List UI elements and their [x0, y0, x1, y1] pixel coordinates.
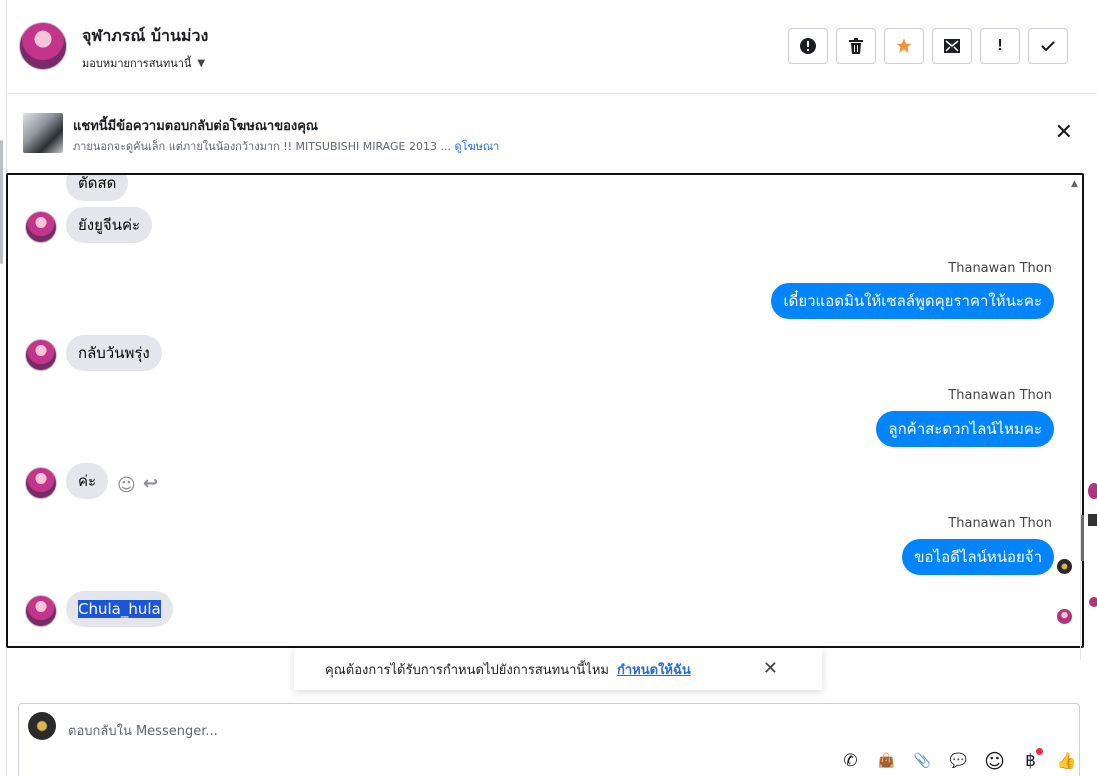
incoming-message[interactable]: ยังยูจีนค่ะ [66, 207, 153, 243]
follow-up-button[interactable]: ! [980, 28, 1020, 64]
incoming-message[interactable]: ตัดสด [66, 175, 129, 201]
emoji-icon[interactable]: ☺ [982, 748, 1007, 773]
sender-avatar[interactable] [25, 211, 57, 243]
delete-button[interactable] [836, 28, 876, 64]
exclamation-icon: ! [997, 37, 1003, 54]
assign-dropdown[interactable]: มอบหมายการสนทนานี้ ▼ [82, 54, 205, 72]
caret-down-icon: ▼ [197, 57, 206, 69]
baht-payment-icon[interactable]: ฿ [1018, 748, 1043, 773]
exclamation-circle-icon [800, 38, 816, 54]
selected-text: Chula_hula [78, 600, 161, 618]
conversation-header: จุฬาภรณ์ บ้านม่วง มอบหมายการสนทนานี้ ▼ ! [7, 0, 1097, 94]
avatar-fragment [1088, 483, 1097, 499]
message-composer: ตอบกลับใน Messenger... ✆ 👜 📎 💬 ☺ ฿ 👍 [18, 703, 1080, 776]
attachment-icon[interactable]: 📎 [910, 748, 935, 773]
message-thread[interactable]: ตัดสด ยังยูจีนค่ะ Thanawan Thon เดี๋ยวแอ… [6, 173, 1084, 648]
sender-name: Thanawan Thon [948, 388, 1052, 403]
composer-toolbar: ✆ 👜 📎 💬 ☺ ฿ 👍 [838, 748, 1079, 773]
baht-glyph: ฿ [1025, 750, 1036, 771]
left-scrollbar[interactable] [0, 140, 3, 264]
envelope-icon [944, 39, 960, 53]
shopping-bag-icon[interactable]: 👜 [874, 748, 899, 773]
outgoing-message[interactable]: ขอไอดีไลน์หน่อยจ้า [902, 539, 1054, 575]
reply-arrow-icon[interactable]: ↩ [143, 473, 158, 494]
close-icon[interactable]: ✕ [763, 658, 778, 679]
trash-icon [849, 38, 863, 54]
sender-name: Thanawan Thon [948, 516, 1052, 531]
reply-input[interactable]: ตอบกลับใน Messenger... [68, 720, 218, 741]
conversation-toolbar: ! [788, 28, 1068, 64]
ad-banner-title: แชทนี้มีข้อความตอบกลับต่อโฆษณาของคุณ [73, 119, 318, 134]
star-icon [896, 38, 912, 53]
sender-name: Thanawan Thon [948, 261, 1052, 276]
camera-icon [1088, 514, 1097, 526]
ad-thumbnail[interactable] [23, 113, 63, 153]
contact-avatar[interactable] [19, 22, 67, 70]
scroll-up-arrow-icon[interactable]: ▲ [1071, 179, 1078, 189]
check-icon [1041, 41, 1055, 52]
call-add-icon[interactable]: ✆ [838, 748, 863, 773]
ad-description: ภายนอกจะดูคันเล็ก แต่ภายในน้องกว้างมาก !… [73, 140, 451, 153]
close-icon[interactable]: ✕ [1055, 122, 1073, 144]
page-avatar [28, 712, 56, 740]
outgoing-message[interactable]: เดี๋ยวแอดมินให้เซลล์พูดคุยราคาให้นะคะ [771, 283, 1054, 319]
sender-avatar[interactable] [25, 595, 57, 627]
incoming-message[interactable]: Chula_hula [66, 591, 173, 627]
avatar-fragment [1089, 597, 1097, 607]
star-button[interactable] [884, 28, 924, 64]
ad-reply-banner: แชทนี้มีข้อความตอบกลับต่อโฆษณาของคุณ ภาย… [7, 94, 1097, 172]
contact-name[interactable]: จุฬาภรณ์ บ้านม่วง [82, 24, 208, 49]
assign-suggestion-text: คุณต้องการได้รับการกำหนดไปยังการสนทนานี้… [325, 662, 609, 678]
incoming-message[interactable]: ค่ะ [66, 463, 109, 499]
incoming-message[interactable]: กลับวันพรุ่ง [66, 335, 162, 371]
spam-button[interactable] [788, 28, 828, 64]
ad-banner-subtitle: ภายนอกจะดูคันเล็ก แต่ภายในน้องกว้างมาก !… [73, 137, 499, 155]
right-panel-edge [1080, 480, 1097, 660]
assign-to-me-link[interactable]: กำหนดให้ฉัน [617, 659, 691, 680]
right-scrollbar[interactable] [1081, 515, 1084, 561]
sender-avatar[interactable] [25, 339, 57, 371]
outgoing-message[interactable]: ลูกค้าสะดวกไลน์ไหมคะ [876, 411, 1054, 447]
mark-unread-button[interactable] [932, 28, 972, 64]
sender-avatar[interactable] [25, 467, 57, 499]
notification-dot [1036, 748, 1043, 755]
view-ad-link[interactable]: ดูโฆษณา [454, 140, 499, 153]
assign-suggestion: คุณต้องการได้รับการกำหนดไปยังการสนทนานี้… [294, 648, 822, 690]
react-emoji-icon[interactable]: ☺ [117, 475, 136, 496]
like-icon[interactable]: 👍 [1054, 748, 1079, 773]
assign-label: มอบหมายการสนทนานี้ [82, 57, 192, 70]
saved-reply-icon[interactable]: 💬 [946, 748, 971, 773]
done-button[interactable] [1028, 28, 1068, 64]
